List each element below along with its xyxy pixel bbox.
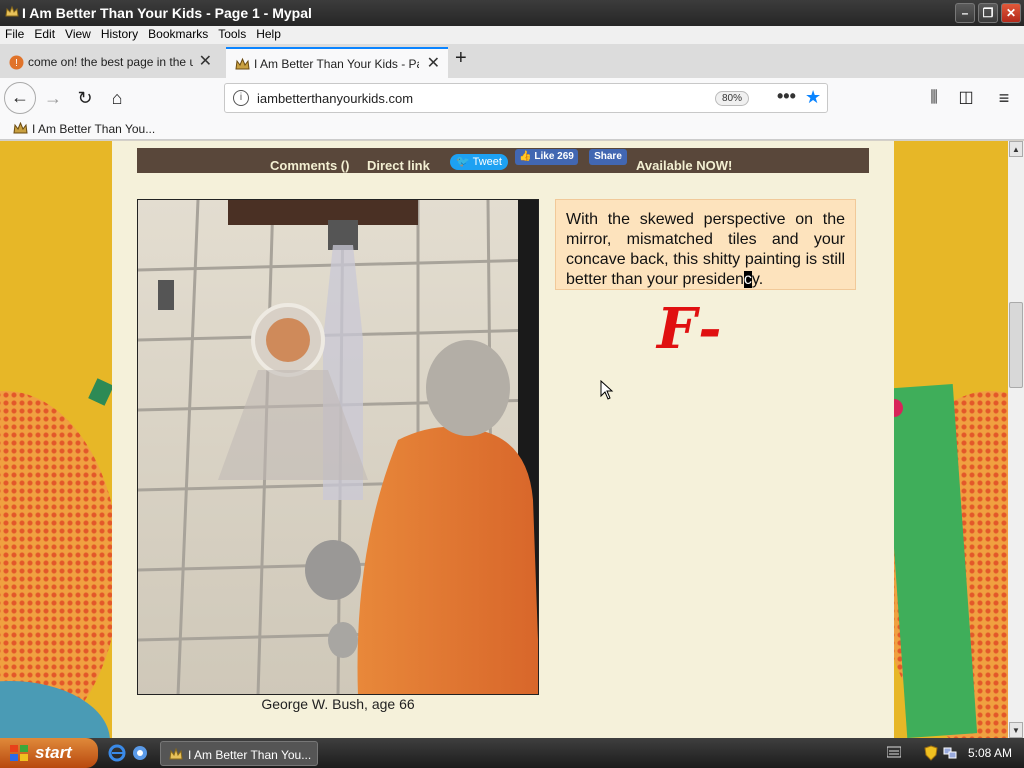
like-label: Like 269 xyxy=(534,151,574,162)
post-header-bar: Comments () Direct link 🐦 Tweet 👍 Like 2… xyxy=(137,148,869,173)
menu-tools[interactable]: Tools xyxy=(213,26,251,41)
minimize-button[interactable]: – xyxy=(955,3,975,23)
menu-hamburger-icon[interactable]: ≡ xyxy=(990,85,1018,111)
tab-best-page[interactable]: ! come on! the best page in the uni ✕ xyxy=(0,47,220,78)
tab-label: I Am Better Than Your Kids - Page xyxy=(254,57,419,71)
decorative-leaf xyxy=(88,378,114,406)
site-info-icon[interactable]: i xyxy=(233,90,249,106)
window-titlebar: I Am Better Than Your Kids - Page 1 - My… xyxy=(0,0,1024,26)
menu-edit[interactable]: Edit xyxy=(29,26,60,41)
bookmark-star-icon[interactable]: ★ xyxy=(805,87,821,108)
content-column: Comments () Direct link 🐦 Tweet 👍 Like 2… xyxy=(112,141,894,738)
show-desktop-icon[interactable] xyxy=(131,744,149,762)
menu-help[interactable]: Help xyxy=(251,26,286,41)
crown-icon xyxy=(169,748,183,760)
vertical-scrollbar[interactable]: ▲ ▼ xyxy=(1008,141,1024,738)
menu-file[interactable]: File xyxy=(0,26,29,41)
menu-bookmarks[interactable]: Bookmarks xyxy=(143,26,213,41)
scrollbar-thumb[interactable] xyxy=(1009,302,1023,388)
library-icon[interactable]: ⫼ xyxy=(920,85,948,111)
restore-button[interactable]: ❐ xyxy=(978,3,998,23)
facebook-like-button[interactable]: 👍 Like 269 xyxy=(515,149,578,165)
start-label: start xyxy=(35,743,72,762)
forward-button[interactable]: → xyxy=(39,85,67,111)
tab-label: come on! the best page in the uni xyxy=(28,55,193,69)
menu-view[interactable]: View xyxy=(60,26,96,41)
menu-bar: File Edit View History Bookmarks Tools Help xyxy=(0,26,1024,44)
clock: 5:08 AM xyxy=(968,746,1013,760)
sidebar-icon[interactable]: ◫ xyxy=(952,85,980,111)
crown-icon xyxy=(13,122,28,134)
network-icon[interactable] xyxy=(943,745,957,761)
internet-explorer-icon[interactable] xyxy=(108,744,126,762)
taskbar-app-label: I Am Better Than You... xyxy=(188,748,312,762)
bookmark-item[interactable]: I Am Better Than You... xyxy=(32,122,155,136)
mouse-cursor-icon xyxy=(600,380,614,400)
crown-icon xyxy=(5,5,19,17)
shower-painting-illustration xyxy=(138,200,538,694)
grade-mark: F- xyxy=(657,296,726,362)
url-text[interactable]: iambetterthanyourkids.com xyxy=(257,91,413,106)
scroll-up-icon[interactable]: ▲ xyxy=(1009,141,1023,157)
tweet-label: Tweet xyxy=(472,156,502,168)
home-button[interactable]: ⌂ xyxy=(103,85,131,111)
windows-flag-icon xyxy=(10,745,28,761)
window-title: I Am Better Than Your Kids - Page 1 - My… xyxy=(22,5,312,21)
decorative-plate-left xyxy=(0,681,110,738)
facebook-share-button[interactable]: Share xyxy=(589,149,627,165)
taskbar-app-button[interactable]: I Am Better Than You... xyxy=(160,741,318,766)
system-tray: 5:08 AM xyxy=(880,738,1024,768)
start-button[interactable]: start xyxy=(0,738,98,768)
thumbs-up-icon: 👍 xyxy=(519,151,532,162)
keyboard-icon[interactable] xyxy=(887,746,901,758)
navigation-bar: ← → ↻ ⌂ i iambetterthanyourkids.com 80% … xyxy=(0,78,1024,118)
new-tab-button[interactable]: + xyxy=(455,47,467,70)
twitter-bird-icon: 🐦 xyxy=(456,156,470,168)
security-shield-icon[interactable] xyxy=(924,745,938,761)
scroll-down-icon[interactable]: ▼ xyxy=(1009,722,1023,738)
reload-button[interactable]: ↻ xyxy=(71,85,99,111)
page-actions-icon[interactable]: ••• xyxy=(777,86,796,107)
painting-image xyxy=(137,199,539,695)
direct-link[interactable]: Direct link xyxy=(367,158,430,173)
tweet-button[interactable]: 🐦 Tweet xyxy=(450,154,508,170)
close-window-button[interactable]: ✕ xyxy=(1001,3,1021,23)
taskbar: start I Am Better Than You... 5:08 AM xyxy=(0,738,1024,768)
painting-caption: George W. Bush, age 66 xyxy=(261,696,415,712)
available-now-link[interactable]: Available NOW! xyxy=(636,158,732,173)
svg-text:!: ! xyxy=(15,58,18,69)
page-viewport: Comments () Direct link 🐦 Tweet 👍 Like 2… xyxy=(0,141,1008,738)
bookmarks-bar: I Am Better Than You... xyxy=(0,118,1024,140)
comments-link[interactable]: Comments () xyxy=(270,158,349,173)
back-button[interactable]: ← xyxy=(4,82,36,114)
menu-history[interactable]: History xyxy=(96,26,143,41)
crown-favicon-icon xyxy=(235,57,250,70)
tab-better-than-kids[interactable]: I Am Better Than Your Kids - Page ✕ xyxy=(226,47,448,78)
url-bar[interactable]: i iambetterthanyourkids.com 80% ••• ★ xyxy=(224,83,828,113)
review-text-selection: c xyxy=(743,271,752,288)
warning-favicon-icon: ! xyxy=(9,55,24,70)
close-tab-icon[interactable]: ✕ xyxy=(199,47,212,77)
review-text-end: y. xyxy=(751,271,764,288)
zoom-indicator[interactable]: 80% xyxy=(715,91,750,106)
review-box: With the skewed perspective on the mirro… xyxy=(555,199,856,290)
tab-bar: ! come on! the best page in the uni ✕ I … xyxy=(0,44,1024,78)
review-text: With the skewed perspective on the mirro… xyxy=(566,211,845,288)
close-tab-icon[interactable]: ✕ xyxy=(427,49,440,79)
